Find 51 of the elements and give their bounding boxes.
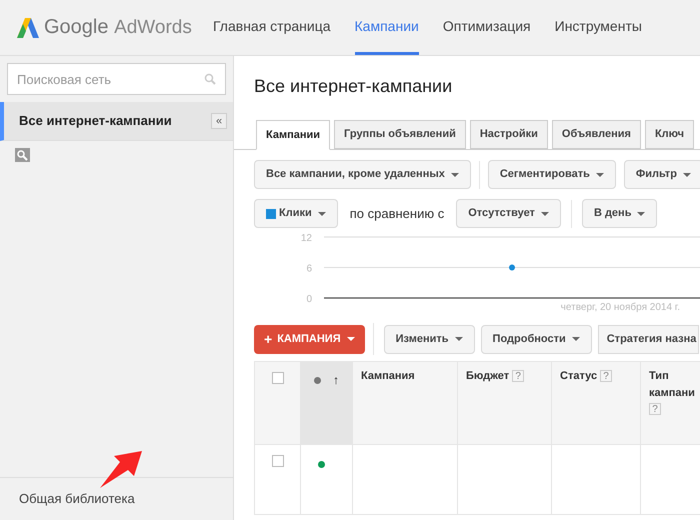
column-header[interactable]: Статус: [560, 368, 598, 384]
caret-icon: [454, 337, 463, 341]
caret-icon: [318, 212, 326, 216]
caret-icon: [637, 212, 646, 216]
caret-icon: [450, 172, 459, 176]
dropdown-button[interactable]: Стратегия назна: [598, 324, 700, 354]
tab[interactable]: Настройки: [470, 120, 548, 149]
x-axis-label: четверг, 20 ноября 2014 г.: [560, 302, 680, 313]
sort-arrow[interactable]: ↑: [333, 371, 339, 389]
caret-icon: [682, 172, 691, 176]
checkbox[interactable]: [272, 372, 284, 384]
collapse-button[interactable]: «: [211, 113, 227, 129]
caret-icon: [596, 172, 604, 176]
page-title: Все интернет-кампании: [254, 75, 454, 98]
tab[interactable]: Группы объявлений: [334, 120, 466, 149]
data-point: [509, 264, 515, 270]
add-campaign-button[interactable]: + КАМПАНИЯ: [254, 324, 365, 354]
dropdown-button[interactable]: Изменить: [384, 324, 475, 354]
column-header[interactable]: Бюджет: [466, 368, 510, 384]
library-link[interactable]: Общая библиотека: [19, 489, 135, 509]
nav-tab[interactable]: Инструменты: [554, 0, 642, 55]
y-tick-label: 6: [306, 264, 312, 274]
search-icon: [204, 73, 216, 85]
tab[interactable]: Объявления: [552, 120, 641, 149]
checkbox[interactable]: [272, 455, 284, 467]
dropdown-button[interactable]: Все кампании, кроме удаленных: [254, 160, 471, 189]
y-tick-label: 12: [300, 233, 312, 244]
tab[interactable]: Кампании: [256, 120, 330, 150]
column-header[interactable]: Тип кампани: [649, 368, 697, 401]
caret-icon: [346, 337, 355, 341]
y-tick-label: 0: [306, 294, 312, 304]
nav-tab[interactable]: Кампании: [354, 0, 419, 55]
caret-icon: [540, 212, 549, 216]
logo-icon: [17, 18, 39, 38]
dropdown-button[interactable]: Сегментировать: [488, 160, 616, 189]
compare-label: по сравнению с: [350, 204, 444, 223]
caret-icon: [572, 337, 580, 341]
dropdown-button[interactable]: Фильтр: [624, 160, 700, 189]
dropdown-button[interactable]: В день: [582, 199, 658, 228]
nav-tab[interactable]: Оптимизация: [442, 0, 531, 55]
nav-tab[interactable]: Главная страница: [213, 0, 331, 55]
logo-text: Google AdWords: [44, 15, 192, 40]
sidebar-item[interactable]: Все интернет-кампании «: [0, 102, 233, 141]
dropdown-button[interactable]: Подробности: [480, 324, 592, 354]
dropdown-button[interactable]: Клики: [254, 199, 338, 228]
search-field[interactable]: Поисковая сеть: [7, 63, 226, 95]
tab[interactable]: Ключ: [644, 120, 694, 149]
column-header[interactable]: Кампания: [361, 368, 415, 384]
arrow-drawing: [98, 450, 142, 490]
dropdown-button[interactable]: Отсутствует: [456, 199, 561, 228]
search-icon[interactable]: [15, 148, 30, 162]
